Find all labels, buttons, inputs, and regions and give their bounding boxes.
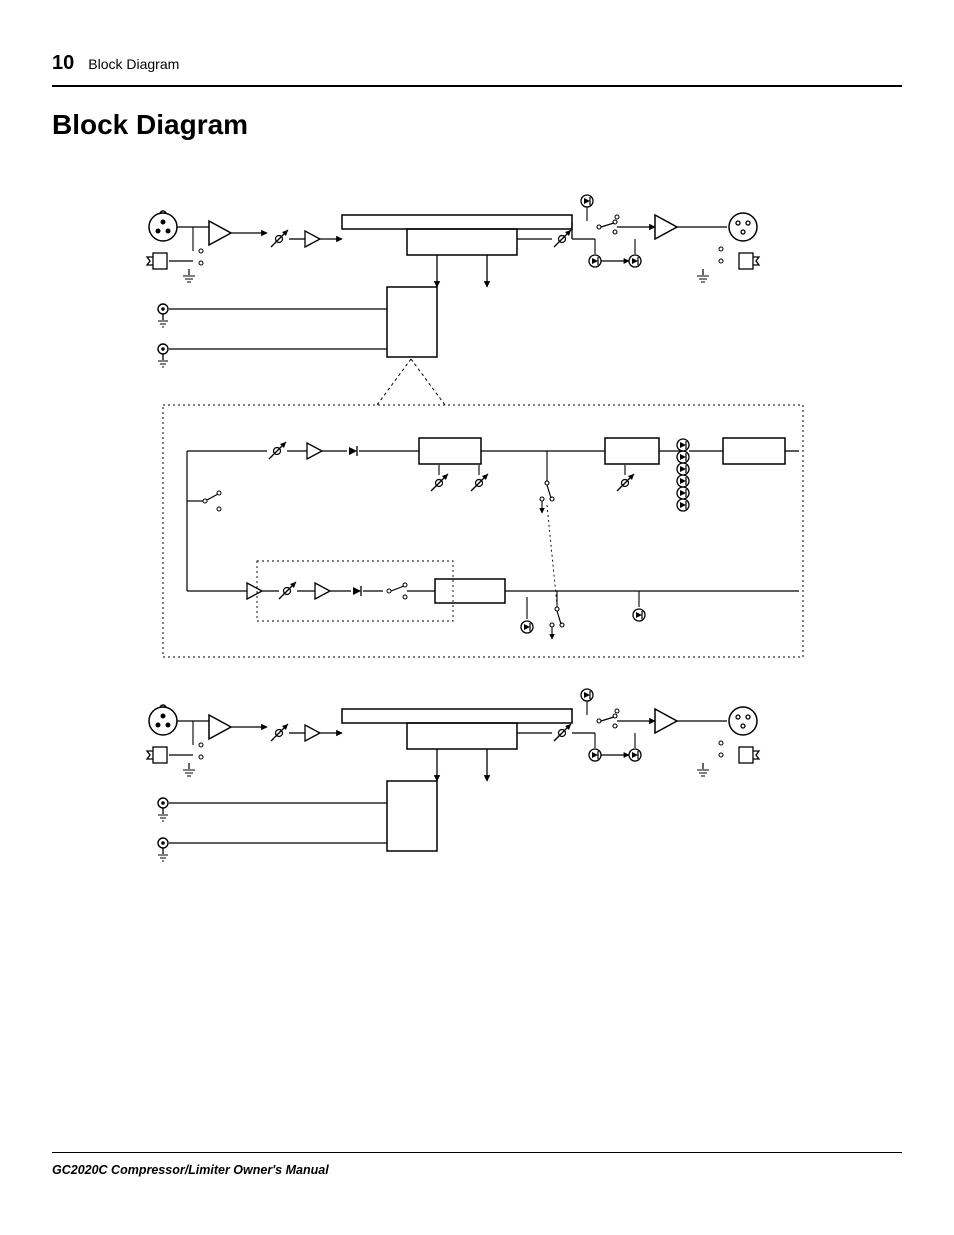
timing-block (419, 438, 481, 464)
gate-threshold-pot-icon (279, 582, 296, 599)
vca-ctrl-block (407, 723, 517, 749)
footer-text: GC2020C Compressor/Limiter Owner's Manua… (52, 1163, 902, 1177)
output-led-icon (629, 255, 641, 267)
bypass-switch-icon (597, 714, 617, 728)
output-led-icon (589, 255, 601, 267)
meter-driver-block (605, 438, 659, 464)
threshold-pot-icon (269, 442, 286, 459)
header-rule (52, 85, 902, 87)
running-header: 10 Block Diagram (52, 52, 902, 83)
release-pot-icon (471, 474, 488, 491)
key-return-jack-icon (158, 838, 168, 861)
input-buffer-icon (209, 221, 231, 245)
xlr-input-icon (149, 211, 177, 241)
bypass-led-icon (581, 689, 593, 701)
gate-led-icon (521, 621, 533, 633)
block-diagram-svg (127, 191, 827, 911)
xlr-output-icon (729, 213, 757, 241)
rectifier-icon (349, 446, 357, 456)
vca-block (342, 215, 572, 229)
preamp-icon (305, 725, 320, 741)
ratio-pot-icon (617, 474, 634, 491)
page-number: 10 (52, 52, 74, 75)
section-name: Block Diagram (88, 56, 179, 72)
trs-input-icon (147, 253, 167, 269)
output-driver-icon (655, 709, 677, 733)
output-led-icon (629, 749, 641, 761)
key-send-jack-icon (158, 798, 168, 821)
page-title: Block Diagram (52, 109, 902, 141)
gate-rectifier-icon (353, 586, 361, 596)
bypass-switch-icon (597, 220, 617, 234)
preamp-icon (305, 231, 320, 247)
trs-output-icon (739, 747, 759, 763)
shared-detector (163, 405, 803, 657)
input-gain-pot-icon (271, 724, 288, 741)
input-buffer-icon (209, 715, 231, 739)
block-diagram-figure (52, 191, 902, 911)
sidechain-block (387, 781, 437, 851)
sidechain-block (387, 287, 437, 357)
channel-1 (147, 195, 759, 405)
xlr-output-icon (729, 707, 757, 735)
output-gain-pot-icon (554, 724, 571, 741)
vca-block (342, 709, 572, 723)
output-gain-pot-icon (554, 230, 571, 247)
link-switch-icon (540, 481, 554, 501)
vca-ctrl-block (407, 229, 517, 255)
output-led-icon (589, 749, 601, 761)
output-driver-icon (655, 215, 677, 239)
bypass-led-icon (581, 195, 593, 207)
attack-pot-icon (431, 474, 448, 491)
trs-input-icon (147, 747, 167, 763)
gr-led-ladder-icon (677, 439, 689, 511)
key-return-jack-icon (158, 344, 168, 367)
trs-output-icon (739, 253, 759, 269)
xlr-input-icon (149, 705, 177, 735)
channel-2 (147, 689, 759, 861)
input-gain-pot-icon (271, 230, 288, 247)
footer-rule (52, 1152, 902, 1153)
key-send-jack-icon (158, 304, 168, 327)
